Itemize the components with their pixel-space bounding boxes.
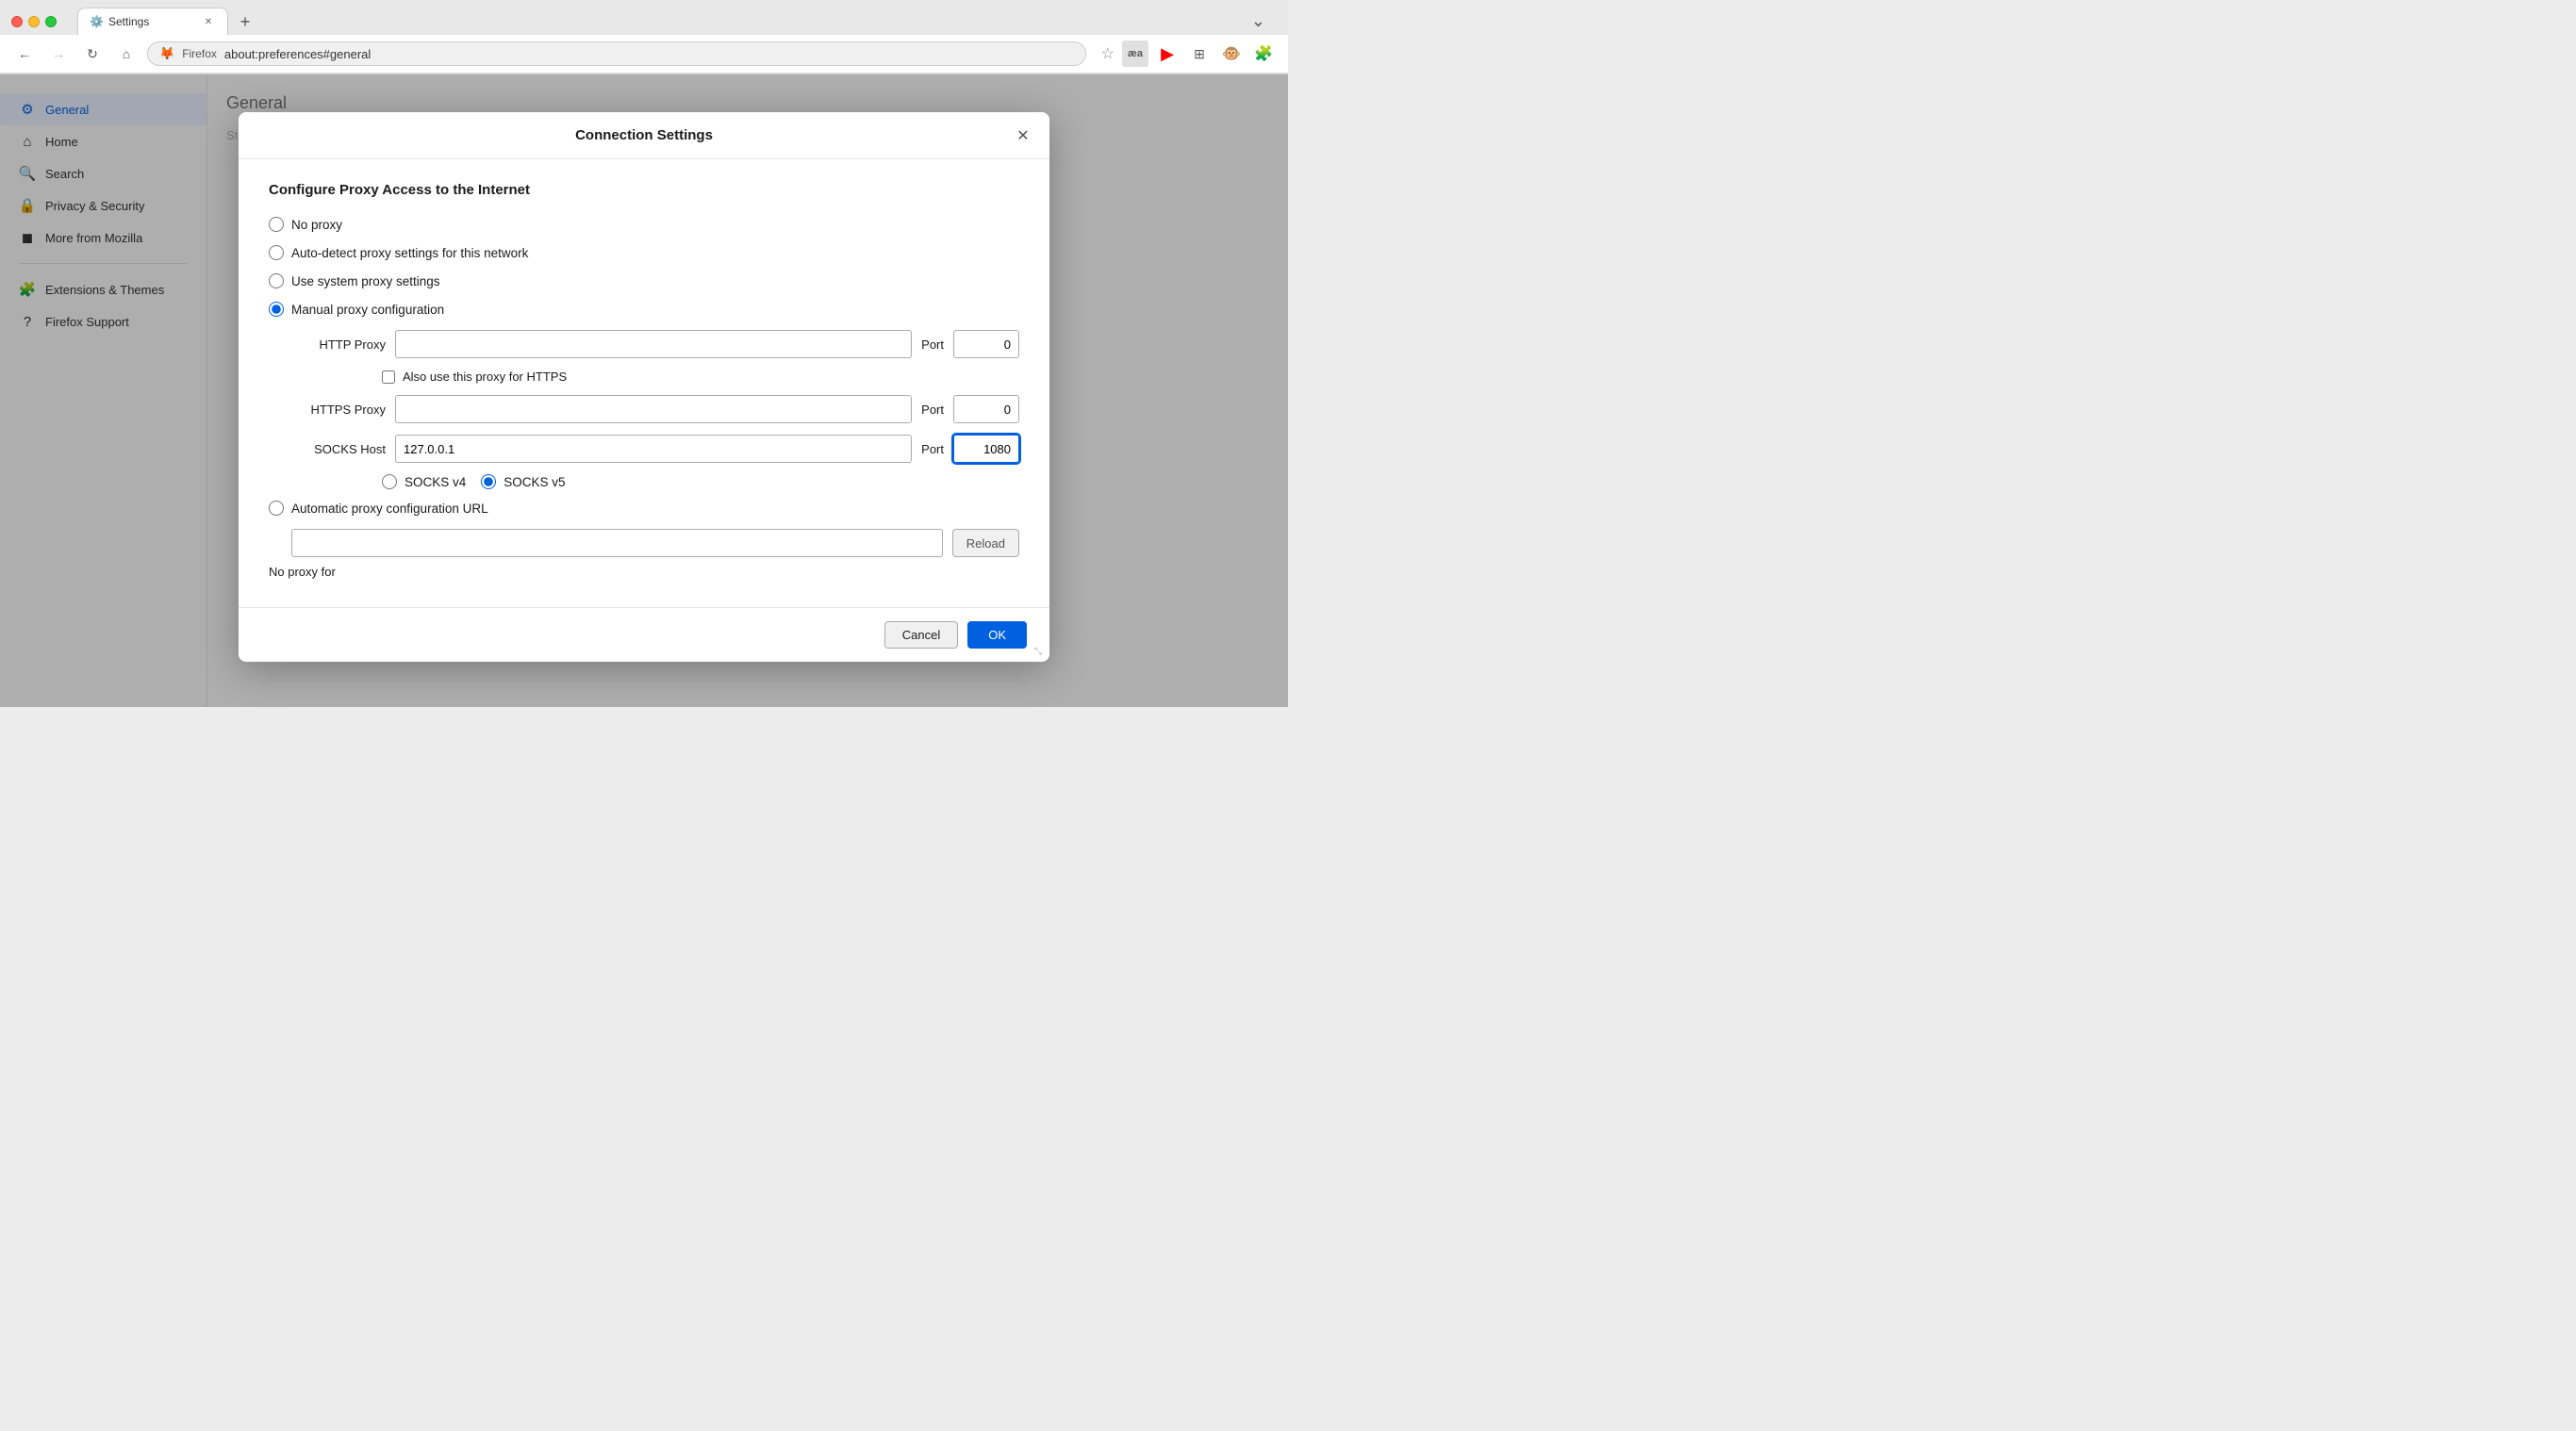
http-port-label: Port [921, 337, 944, 352]
auto-proxy-label: Automatic proxy configuration URL [291, 502, 488, 516]
socks-host-input[interactable] [395, 435, 912, 463]
socks-host-row: SOCKS Host Port [291, 435, 1019, 463]
auto-detect-option[interactable]: Auto-detect proxy settings for this netw… [269, 245, 1019, 260]
cancel-button[interactable]: Cancel [884, 621, 958, 649]
socks-port-input[interactable] [953, 435, 1019, 463]
socks5-option[interactable]: SOCKS v5 [481, 474, 565, 489]
dialog-header: Connection Settings ✕ [239, 112, 1049, 159]
youtube-icon[interactable]: ▶ [1154, 41, 1181, 67]
fullscreen-window-button[interactable] [45, 16, 57, 27]
monkey-icon[interactable]: 🐵 [1218, 41, 1245, 67]
https-also-label: Also use this proxy for HTTPS [403, 370, 567, 384]
http-proxy-label: HTTP Proxy [291, 337, 386, 352]
auto-proxy-option[interactable]: Automatic proxy configuration URL [269, 501, 1019, 516]
manual-proxy-label: Manual proxy configuration [291, 303, 444, 317]
manual-proxy-radio[interactable] [269, 302, 284, 317]
https-port-input[interactable] [953, 395, 1019, 423]
traffic-lights [11, 16, 57, 27]
tab-favicon: ⚙️ [90, 15, 103, 28]
firefox-brand: Firefox [182, 47, 217, 60]
socks-port-label: Port [921, 442, 944, 456]
home-button[interactable]: ⌂ [113, 41, 140, 67]
http-proxy-row: HTTP Proxy Port [291, 330, 1019, 358]
manual-proxy-option[interactable]: Manual proxy configuration [269, 302, 1019, 317]
https-proxy-input[interactable] [395, 395, 912, 423]
no-proxy-radio[interactable] [269, 217, 284, 232]
no-proxy-option[interactable]: No proxy [269, 217, 1019, 232]
proxy-section-title: Configure Proxy Access to the Internet [269, 182, 1019, 198]
tab-close-button[interactable]: ✕ [201, 14, 216, 29]
https-port-label: Port [921, 403, 944, 417]
system-proxy-radio[interactable] [269, 273, 284, 288]
connection-settings-dialog: Connection Settings ✕ Configure Proxy Ac… [239, 112, 1049, 662]
reload-button[interactable]: Reload [952, 529, 1019, 557]
system-proxy-option[interactable]: Use system proxy settings [269, 273, 1019, 288]
socks5-radio[interactable] [481, 474, 496, 489]
dialog-overlay: Connection Settings ✕ Configure Proxy Ac… [0, 74, 1288, 707]
window-expand-button[interactable]: ⌄ [1251, 11, 1277, 31]
socks-host-label: SOCKS Host [291, 442, 386, 456]
dialog-footer: Cancel OK [239, 607, 1049, 662]
socks4-option[interactable]: SOCKS v4 [382, 474, 466, 489]
dialog-close-button[interactable]: ✕ [1012, 124, 1034, 147]
https-also-checkbox[interactable] [382, 370, 395, 384]
grid-icon[interactable]: ⊞ [1186, 41, 1213, 67]
auto-detect-label: Auto-detect proxy settings for this netw… [291, 246, 528, 260]
https-proxy-row: HTTPS Proxy Port [291, 395, 1019, 423]
http-proxy-input[interactable] [395, 330, 912, 358]
back-button[interactable]: ← [11, 41, 38, 67]
socks-version-row: SOCKS v4 SOCKS v5 [382, 474, 1019, 489]
https-also-row: Also use this proxy for HTTPS [382, 370, 1019, 384]
resize-handle[interactable]: ⤡ [1034, 647, 1046, 658]
https-proxy-label: HTTPS Proxy [291, 403, 386, 417]
close-window-button[interactable] [11, 16, 23, 27]
reload-button[interactable]: ↻ [79, 41, 106, 67]
dialog-title: Connection Settings [575, 127, 713, 143]
system-proxy-label: Use system proxy settings [291, 274, 440, 288]
no-proxy-for-label: No proxy for [269, 565, 1019, 579]
dialog-body: Configure Proxy Access to the Internet N… [239, 159, 1049, 607]
socks4-radio[interactable] [382, 474, 397, 489]
extensions-button[interactable]: 🧩 [1250, 41, 1277, 67]
ok-button[interactable]: OK [967, 621, 1027, 649]
bookmark-button[interactable]: ☆ [1101, 44, 1115, 63]
no-proxy-label: No proxy [291, 218, 342, 232]
new-tab-button[interactable]: + [232, 8, 258, 35]
socks5-label: SOCKS v5 [504, 475, 565, 489]
http-port-input[interactable] [953, 330, 1019, 358]
firefox-icon: 🦊 [159, 46, 174, 61]
auto-detect-radio[interactable] [269, 245, 284, 260]
extension-icon-1[interactable]: æa [1122, 41, 1148, 67]
address-text: about:preferences#general [224, 47, 1074, 61]
tab-title: Settings [108, 15, 195, 28]
minimize-window-button[interactable] [28, 16, 40, 27]
auto-proxy-radio[interactable] [269, 501, 284, 516]
socks4-label: SOCKS v4 [405, 475, 466, 489]
auto-url-input[interactable] [291, 529, 943, 557]
settings-tab[interactable]: ⚙️ Settings ✕ [77, 8, 228, 35]
address-bar[interactable]: 🦊 Firefox about:preferences#general [147, 41, 1086, 66]
forward-button[interactable]: → [45, 41, 72, 67]
auto-url-row: Reload [269, 529, 1019, 557]
